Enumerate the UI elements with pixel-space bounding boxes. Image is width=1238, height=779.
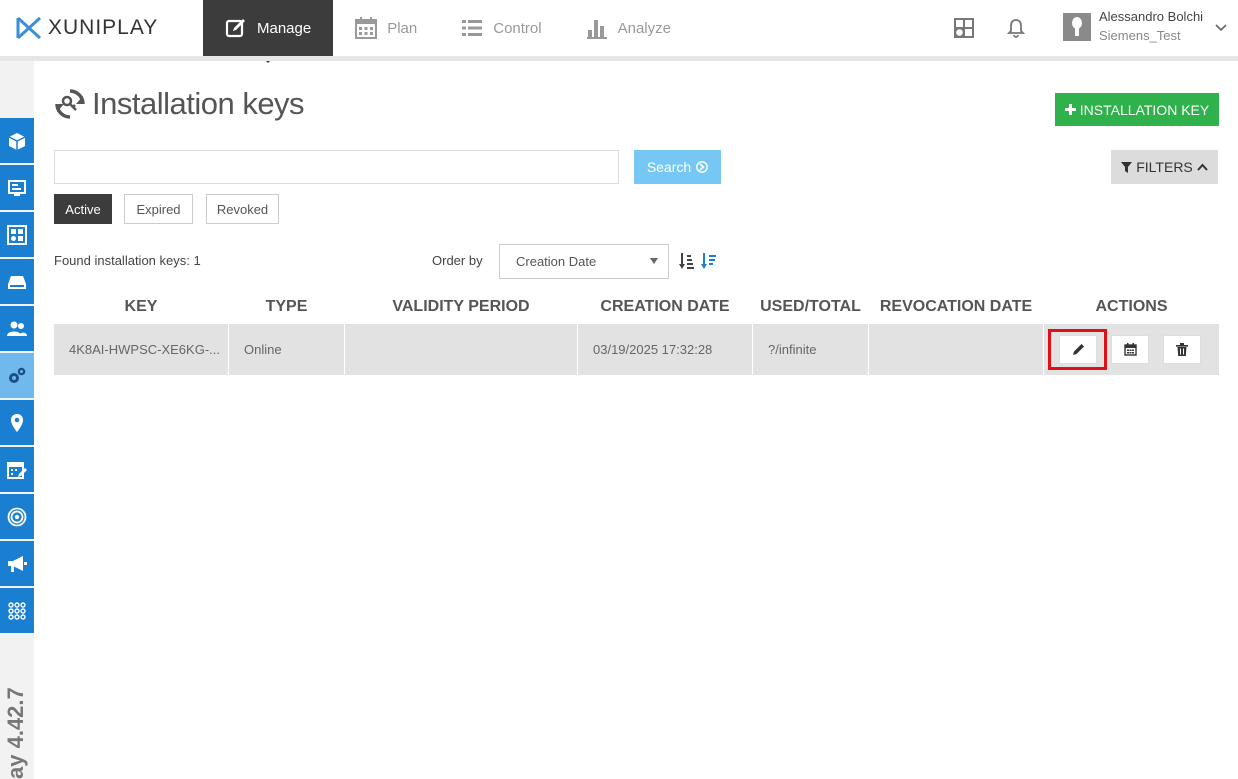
nav-manage[interactable]: Manage <box>203 0 334 63</box>
location-icon <box>11 413 23 432</box>
user-silhouette-icon <box>1072 17 1082 36</box>
trash-icon <box>1176 343 1188 356</box>
sidebar-item-users[interactable] <box>0 306 34 351</box>
avatar <box>1063 13 1091 41</box>
main-nav: Manage Plan Control Analyze <box>203 0 693 63</box>
user-org: Siemens_Test <box>1099 28 1181 43</box>
schedule-button[interactable] <box>1111 335 1149 364</box>
delete-button[interactable] <box>1163 335 1201 364</box>
sidebar <box>0 61 34 779</box>
nav-label: Plan <box>387 19 418 37</box>
display-icon <box>8 179 26 196</box>
edit-button[interactable] <box>1059 335 1097 364</box>
sidebar-item-layout[interactable] <box>0 212 34 257</box>
cell-creation-date: 03/19/2025 17:32:28 <box>578 324 752 375</box>
column-header-revocation-date: REVOCATION DATE <box>879 298 1033 315</box>
cell-revocation-date <box>869 324 1043 375</box>
list-icon <box>462 20 483 36</box>
filters-label: FILTERS <box>1136 159 1193 175</box>
pencil-icon <box>1072 344 1084 355</box>
order-by-select[interactable]: Creation Date <box>499 244 669 279</box>
column-header-key[interactable]: KEY <box>54 298 228 316</box>
sidebar-item-schedule[interactable] <box>0 447 34 492</box>
sidebar-item-network[interactable] <box>0 588 34 633</box>
cell-validity <box>345 324 577 375</box>
column-header-type[interactable]: TYPE <box>229 298 344 316</box>
tab-revoked[interactable]: Revoked <box>206 194 279 224</box>
sidebar-item-location[interactable] <box>0 400 34 445</box>
plus-icon <box>1064 104 1076 115</box>
key-refresh-icon <box>55 89 85 119</box>
top-bar: XUNIPLAY Manage Plan Control Analyze Ale… <box>0 0 1238 63</box>
users-icon <box>7 321 27 336</box>
user-menu[interactable]: Alessandro Bolchi Siemens_Test <box>1063 8 1203 46</box>
broadcast-icon <box>7 507 27 526</box>
sidebar-item-drive[interactable] <box>0 259 34 304</box>
page-title: Installation keys <box>54 86 305 122</box>
nav-label: Control <box>493 19 542 37</box>
megaphone-icon <box>8 555 27 572</box>
column-header-actions: ACTIONS <box>1095 298 1168 315</box>
chevron-down-icon[interactable] <box>1215 22 1227 34</box>
search-input[interactable] <box>54 150 619 184</box>
caret-down-icon <box>650 258 658 264</box>
brand-logo[interactable]: XUNIPLAY <box>16 13 158 43</box>
layout-switch-icon[interactable] <box>953 17 975 39</box>
xuniplay-logo-icon <box>16 16 42 40</box>
network-icon <box>8 601 26 620</box>
column-header-creation-date[interactable]: CREATION DATE <box>578 298 752 316</box>
sort-ascending-icon[interactable] <box>679 252 695 270</box>
user-name: Alessandro Bolchi <box>1099 9 1204 24</box>
nav-label: Manage <box>257 19 312 37</box>
search-button[interactable]: Search <box>634 150 721 184</box>
sidebar-item-settings[interactable] <box>0 353 34 398</box>
brand-name: XUNIPLAY <box>48 16 159 39</box>
cell-key: 4K8AI-HWPSC-XE6KG-... <box>54 324 228 375</box>
edit-icon <box>225 19 245 38</box>
add-installation-key-button[interactable]: INSTALLATION KEY <box>1055 93 1219 126</box>
sidebar-item-box[interactable] <box>0 118 34 163</box>
filter-icon <box>1121 161 1133 173</box>
cell-type: Online <box>229 324 344 375</box>
order-by-value: Creation Date <box>516 254 597 269</box>
calendar-icon <box>1123 343 1137 356</box>
results-count: Found installation keys: 1 <box>54 253 201 268</box>
nav-label: Analyze <box>617 19 671 37</box>
drive-icon <box>8 275 26 289</box>
nav-analyze[interactable]: Analyze <box>564 0 693 56</box>
tab-expired[interactable]: Expired <box>124 194 193 224</box>
nav-control[interactable]: Control <box>439 0 563 56</box>
page-title-text: Installation keys <box>92 86 305 121</box>
bell-icon[interactable] <box>1005 17 1027 39</box>
table-row: 4K8AI-HWPSC-XE6KG-... Online 03/19/2025 … <box>54 324 1219 375</box>
column-header-validity[interactable]: VALIDITY PERIOD <box>345 298 577 316</box>
layout-icon <box>7 224 27 245</box>
topbar-divider <box>0 56 1238 61</box>
calendar-icon <box>355 17 378 39</box>
box-icon <box>8 132 26 150</box>
sidebar-item-campaigns[interactable] <box>0 541 34 586</box>
tab-active[interactable]: Active <box>54 194 112 224</box>
order-by-label: Order by <box>432 253 483 268</box>
column-header-used-total[interactable]: USED/TOTAL <box>753 298 868 316</box>
version-label: ay 4.42.7 <box>3 687 28 779</box>
calendar-edit-icon <box>7 461 27 479</box>
chevron-up-icon <box>1197 163 1208 171</box>
filters-toggle-button[interactable]: FILTERS <box>1111 150 1218 184</box>
nav-plan[interactable]: Plan <box>333 0 439 56</box>
sidebar-item-broadcast[interactable] <box>0 494 34 539</box>
add-button-label: INSTALLATION KEY <box>1079 101 1210 118</box>
search-button-label: Search <box>646 159 692 175</box>
arrow-circle-right-icon <box>696 161 709 173</box>
user-info: Alessandro Bolchi Siemens_Test <box>1099 8 1203 46</box>
cell-used-total: ?/infinite <box>753 324 868 375</box>
bar-chart-icon <box>586 20 607 39</box>
sort-descending-icon[interactable] <box>701 252 717 270</box>
gears-icon <box>9 367 26 383</box>
sidebar-item-display[interactable] <box>0 165 34 210</box>
